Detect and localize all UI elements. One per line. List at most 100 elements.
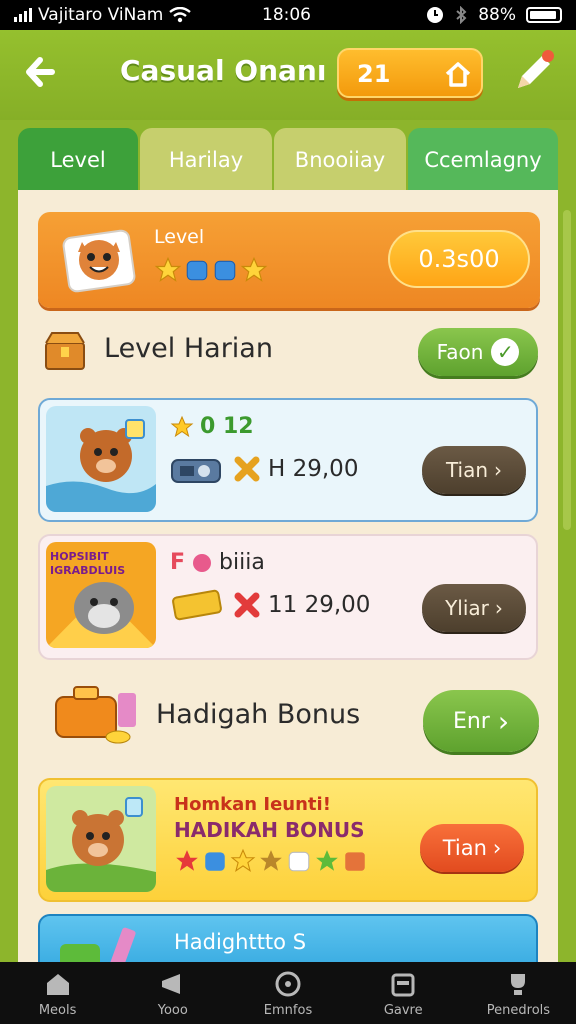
bonus-card-icons — [174, 848, 368, 874]
level-timer-button[interactable]: 0.3s00 — [388, 230, 530, 288]
gem-icon — [186, 260, 208, 281]
nav-label: Penedrols — [486, 1002, 551, 1018]
task-2-reward: 11 29,00 — [170, 588, 370, 622]
wifi-icon — [169, 7, 192, 23]
gem-icon — [214, 260, 236, 281]
chevron-right-icon: › — [492, 836, 502, 860]
megaphone-icon — [161, 973, 180, 994]
battery-icon — [526, 7, 562, 23]
mascot-icon — [62, 229, 136, 293]
task-2-amount: 11 29,00 — [268, 592, 371, 618]
nav-label: Emnfos — [263, 1002, 313, 1018]
edit-icon[interactable] — [512, 48, 558, 94]
bonus-card-button-label: Tian — [442, 836, 487, 860]
coin-counter[interactable]: 21 — [337, 48, 483, 98]
home-icon — [46, 973, 69, 995]
bonus-card-button[interactable]: Tian › — [420, 824, 524, 872]
task-card-2[interactable]: HOPSIBIT IGRABDLUIS F biiia 11 29,00 Yli… — [38, 534, 538, 660]
nav-label: Yooo — [157, 1002, 188, 1018]
carrier-label: Vajitaro ViNam — [38, 5, 164, 25]
tab-ccemlagny[interactable]: Ccemlagny — [408, 128, 558, 192]
daily-section-header: Level Harian — [38, 320, 273, 376]
bear-meadow-icon — [46, 786, 156, 892]
bonus-card[interactable]: Homkan Ieunti! HADIKAH BONUS Tian › — [38, 778, 538, 902]
bonus-button[interactable]: Enr › — [423, 690, 539, 752]
cube-icon — [288, 851, 310, 872]
task-2-stats: F biiia — [170, 550, 265, 575]
trophy-icon — [511, 973, 526, 995]
coin-count: 21 — [357, 60, 391, 88]
task-1-stats: 0 12 — [170, 414, 254, 439]
bonus-button-label: Enr — [452, 708, 490, 734]
star-icon — [240, 256, 268, 282]
page-title: Casual Onanı — [120, 54, 327, 87]
star-icon — [230, 848, 256, 873]
daily-claim-button[interactable]: Faon ✓ — [418, 328, 538, 376]
tab-harilay[interactable]: Harilay — [140, 128, 272, 192]
svg-text:HOPSIBIT: HOPSIBIT — [50, 550, 109, 563]
content-panel: Level 0.3s00 Level Harian Faon ✓ 0 12 H … — [18, 190, 558, 970]
status-bar: Vajitaro ViNam 18:06 88% — [0, 0, 576, 30]
level-stars — [154, 256, 268, 286]
svg-text:IGRABDLUIS: IGRABDLUIS — [50, 564, 125, 577]
bonus-title: Hadigah Bonus — [156, 698, 361, 730]
task-1-button[interactable]: Tian › — [422, 446, 526, 494]
bear-illustration-icon — [46, 406, 156, 512]
badger-illustration-icon: HOPSIBIT IGRABDLUIS — [46, 542, 156, 648]
task-2-button[interactable]: Yliar › — [422, 584, 526, 632]
star-icon — [260, 850, 282, 871]
gem-icon — [193, 553, 212, 572]
bonus-chest-icon — [55, 686, 136, 744]
chevron-right-icon: › — [494, 596, 503, 620]
check-icon: ✓ — [491, 338, 520, 366]
star-icon — [170, 415, 194, 437]
target-icon — [275, 971, 301, 996]
battery-label: 88% — [478, 5, 516, 25]
nav-item-penedrols[interactable]: Penedrols — [461, 962, 576, 1024]
level-card[interactable]: Level 0.3s00 — [38, 212, 540, 308]
bluetooth-icon — [456, 6, 467, 24]
daily-title: Level Harian — [104, 332, 273, 364]
peek-card-text: Hadighttto S — [174, 930, 307, 954]
chevron-right-icon: › — [494, 458, 503, 482]
star-icon — [176, 850, 198, 871]
tab-level[interactable]: Level — [18, 128, 138, 192]
chevron-right-icon: › — [497, 704, 510, 738]
gem-icon — [205, 852, 225, 871]
star-icon — [154, 256, 182, 282]
nav-item-meols[interactable]: Meols — [0, 962, 115, 1024]
tab-bnooiiay[interactable]: Bnooiiay — [274, 128, 406, 192]
scrollbar[interactable] — [563, 210, 571, 530]
tab-bar: Level Harilay Bnooiiay Ccemlagny — [18, 128, 558, 192]
nav-item-emnfos[interactable]: Emnfos — [230, 962, 345, 1024]
clock: 18:06 — [262, 5, 311, 25]
nav-label: Gavre — [383, 1002, 423, 1018]
star-icon — [316, 850, 338, 871]
task-card-1[interactable]: 0 12 H 29,00 Tian › — [38, 398, 538, 522]
task-1-amount: H 29,00 — [268, 456, 359, 482]
toy-machine-icon — [171, 459, 221, 483]
task-1-reward: H 29,00 — [170, 452, 358, 486]
ticket-icon — [172, 589, 222, 621]
task-2-title: biiia — [219, 550, 265, 575]
cross-bone-icon — [234, 592, 260, 618]
bonus-section-header: Hadigah Bonus — [38, 686, 361, 744]
task-1-button-label: Tian — [445, 458, 489, 482]
nav-item-yooo[interactable]: Yooo — [115, 962, 230, 1024]
nav-label: Meols — [38, 1002, 77, 1018]
arrow-left-icon — [26, 57, 55, 87]
back-button[interactable] — [22, 50, 62, 94]
task-2-icons: F — [170, 550, 186, 575]
bonus-card-line2: HADIKAH BONUS — [174, 818, 365, 842]
treasure-chest-icon — [45, 332, 85, 370]
calendar-icon — [391, 973, 415, 996]
scroll-icon — [345, 852, 365, 871]
level-label: Level — [154, 226, 205, 248]
signal-icon — [14, 8, 32, 22]
app-header: Casual Onanı 21 — [0, 30, 576, 120]
daily-claim-label: Faon — [436, 340, 484, 364]
alarm-icon — [427, 7, 444, 23]
task-1-level: 0 12 — [200, 414, 254, 439]
task-2-button-label: Yliar — [445, 596, 489, 620]
nav-item-gavre[interactable]: Gavre — [346, 962, 461, 1024]
